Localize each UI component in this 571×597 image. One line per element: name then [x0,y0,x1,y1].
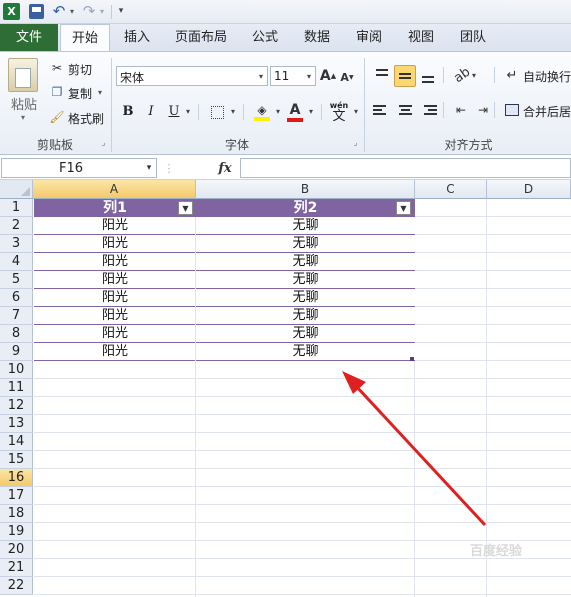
annotation-arrow [342,371,487,527]
